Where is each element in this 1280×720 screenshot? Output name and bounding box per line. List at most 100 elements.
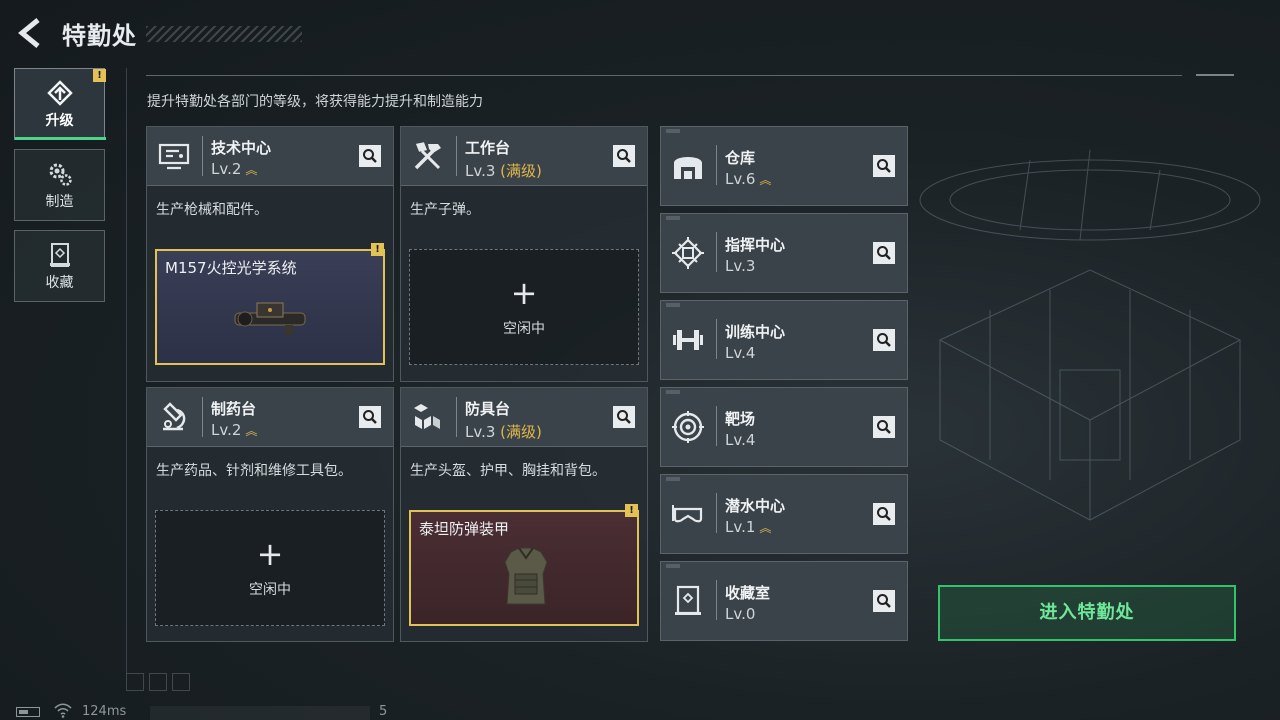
department-card-workbench[interactable]: 工作台 Lv.3 (满级) 生产子弹。 + 空闲中 (400, 126, 648, 382)
header-separator (202, 397, 203, 437)
header-separator (716, 145, 717, 185)
inspect-button[interactable] (873, 329, 895, 351)
tech-center-icon (158, 143, 190, 170)
magnifier-icon (877, 594, 891, 608)
room-card-training-center[interactable]: 训练中心 Lv.4 (660, 300, 908, 380)
room-level: Lv.3 (725, 257, 756, 275)
page-title: 特勤处 (62, 22, 137, 50)
magnifier-icon (877, 420, 891, 434)
room-name: 指挥中心 (725, 236, 786, 254)
back-arrow-icon[interactable] (14, 16, 48, 50)
production-slot-active[interactable]: M157火控光学系统 ! (155, 243, 385, 365)
max-level-label: (满级) (500, 423, 542, 441)
header-divider-accent (1196, 74, 1234, 76)
magnifier-icon (877, 333, 891, 347)
nav-tab-collection[interactable]: 收藏 (14, 230, 105, 302)
enter-facility-button[interactable]: 进入特勤处 (938, 585, 1236, 641)
dive-mask-icon (672, 505, 703, 523)
inspect-button[interactable] (873, 416, 895, 438)
nav-tab-craft[interactable]: 制造 (14, 149, 105, 221)
inspect-button[interactable] (359, 406, 381, 428)
target-icon (672, 411, 704, 443)
gears-icon (49, 163, 72, 186)
footer-decoration (126, 673, 144, 691)
inspect-button[interactable] (873, 242, 895, 264)
body-armor-image (504, 547, 548, 605)
battery-icon (16, 707, 40, 717)
footer-decoration (149, 673, 167, 691)
room-card-collection-room[interactable]: 收藏室 Lv.0 (660, 561, 908, 641)
room-card-command-center[interactable]: 指挥中心 Lv.3 (660, 213, 908, 293)
command-chip-icon (672, 237, 704, 269)
upgrade-available-icon: ︽ (245, 163, 257, 177)
department-level: Lv.2 ︽ (211, 160, 257, 178)
inspect-button[interactable] (873, 503, 895, 525)
production-slot-active[interactable]: 泰坦防弹装甲 ! (409, 504, 639, 626)
nav-tab-label: 升级 (45, 113, 74, 129)
department-level: Lv.3 (满级) (465, 423, 542, 441)
room-name: 潜水中心 (725, 497, 786, 515)
department-card-tech-center[interactable]: 技术中心 Lv.2 ︽ 生产枪械和配件。 M157火控光学系统 ! (146, 126, 394, 382)
upgrade-available-icon: ︽ (759, 521, 771, 535)
network-latency: 124ms (82, 704, 127, 719)
department-card-armor-bench[interactable]: 防具台 Lv.3 (满级) 生产头盔、护甲、胸挂和背包。 泰坦防弹装甲 ! (400, 387, 648, 642)
upgrade-icon (46, 80, 73, 106)
room-name: 靶场 (725, 410, 756, 428)
production-slot-empty[interactable]: + 空闲中 (155, 510, 385, 626)
room-tag (666, 216, 680, 220)
collection-room-icon (675, 585, 701, 615)
add-icon: + (256, 535, 284, 573)
nav-divider (126, 68, 127, 678)
facility-blueprint-art (919, 149, 1261, 521)
magnifier-icon (877, 159, 891, 173)
alert-badge: ! (371, 243, 384, 256)
footer-bar (150, 706, 370, 720)
room-level: Lv.4 (725, 431, 756, 449)
upgrade-available-icon: ︽ (759, 173, 771, 187)
header-separator (716, 319, 717, 359)
inspect-button[interactable] (613, 145, 635, 167)
room-card-shooting-range[interactable]: 靶场 Lv.4 (660, 387, 908, 467)
inspect-button[interactable] (359, 145, 381, 167)
department-description: 生产头盔、护甲、胸挂和背包。 (410, 463, 606, 479)
room-tag (666, 564, 680, 568)
add-icon: + (510, 274, 538, 312)
item-name: M157火控光学系统 (165, 259, 297, 277)
card-header: 防具台 Lv.3 (满级) (401, 388, 647, 447)
room-tag (666, 303, 680, 307)
department-name: 制药台 (211, 400, 257, 418)
inspect-button[interactable] (613, 406, 635, 428)
room-tag (666, 129, 680, 133)
room-level: Lv.1 ︽ (725, 518, 771, 536)
inspect-button[interactable] (873, 155, 895, 177)
title-decoration (146, 26, 302, 42)
item-name: 泰坦防弹装甲 (419, 520, 510, 538)
nav-tab-upgrade[interactable]: 升级 ! (14, 68, 106, 140)
room-name: 训练中心 (725, 323, 786, 341)
room-card-dive-center[interactable]: 潜水中心 Lv.1 ︽ (660, 474, 908, 554)
room-card-warehouse[interactable]: 仓库 Lv.6 ︽ (660, 126, 908, 206)
department-card-pharmacy[interactable]: 制药台 Lv.2 ︽ 生产药品、针剂和维修工具包。 + 空闲中 (146, 387, 394, 642)
department-name: 技术中心 (211, 139, 272, 157)
inspect-button[interactable] (873, 590, 895, 612)
upgrade-available-icon: ︽ (245, 424, 257, 438)
department-name: 防具台 (465, 400, 511, 418)
magnifier-icon (363, 149, 377, 163)
magnifier-icon (617, 410, 631, 424)
room-tag (666, 477, 680, 481)
department-description: 生产枪械和配件。 (156, 202, 268, 218)
warehouse-icon (674, 157, 702, 179)
page-subtitle: 提升特勤处各部门的等级，将获得能力提升和制造能力 (147, 94, 483, 110)
pharmacy-icon (163, 402, 186, 431)
armor-bench-icon (414, 404, 440, 429)
header-separator (716, 580, 717, 620)
alert-badge: ! (625, 504, 638, 517)
production-slot-empty[interactable]: + 空闲中 (409, 249, 639, 365)
room-level: Lv.4 (725, 344, 756, 362)
header-separator (716, 493, 717, 533)
magnifier-icon (877, 246, 891, 260)
header-separator (456, 136, 457, 176)
room-tag (666, 390, 680, 394)
collection-icon (49, 243, 70, 267)
magnifier-icon (877, 507, 891, 521)
